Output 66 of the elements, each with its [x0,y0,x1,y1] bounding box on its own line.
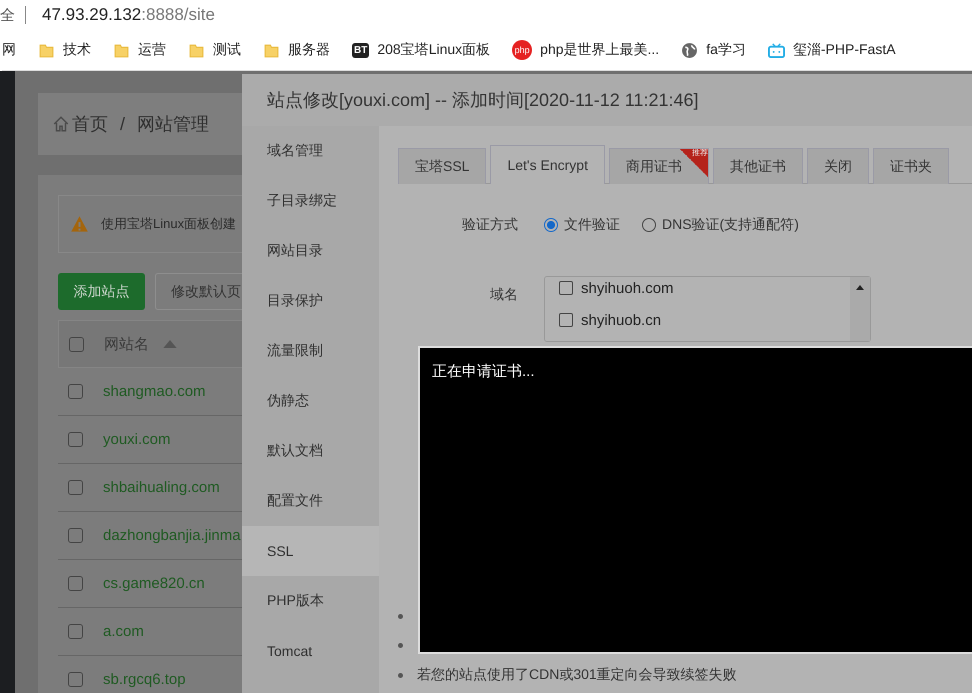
sidebar-item[interactable]: Tomcat [242,626,379,676]
sidebar-item[interactable]: 域名管理 [242,126,379,176]
bookmark-item[interactable]: php php是世界上最美... [512,40,660,60]
checkbox[interactable] [68,672,83,687]
home-icon [52,115,70,133]
bookmark-item[interactable]: fa学习 [681,41,746,59]
bookmark-item[interactable]: BT 208宝塔Linux面板 [352,41,490,59]
breadcrumb-link[interactable]: 网站管理 [137,112,210,136]
bookmark-item[interactable]: 运营 [113,41,166,59]
sort-icon[interactable] [163,340,177,348]
radio-option[interactable]: 文件验证 [544,216,620,234]
checkbox[interactable] [68,528,83,543]
breadcrumb-link[interactable]: 首页 [72,112,108,136]
bookmark-item[interactable]: 技术 [38,41,91,59]
scroll-up-icon[interactable] [856,285,864,290]
bullet-icon [398,614,403,619]
sidebar-item[interactable]: 网站目录 [242,226,379,276]
globe-icon [681,42,698,58]
sidebar-item[interactable]: PHP版本 [242,576,379,626]
field-label: 验证方式 [461,216,518,234]
sidebar-item[interactable]: 默认文档 [242,426,379,476]
checkbox[interactable] [559,281,573,295]
checkbox[interactable] [68,624,83,639]
sidebar-item[interactable]: SSL [242,526,379,576]
scrollbar[interactable] [850,277,870,341]
bullet-icon [398,672,403,678]
sidebar-item[interactable]: 流量限制 [242,326,379,376]
breadcrumb-separator: / [120,114,126,134]
folder-icon [38,42,55,58]
folder-icon [113,42,130,58]
add-site-button[interactable]: 添加站点 [58,273,145,310]
tab[interactable]: 证书夹 [872,148,949,184]
address-fragment: 全 [0,6,15,24]
tv-icon [768,42,785,58]
bt-logo-icon: BT [352,42,370,58]
terminal-text: 正在申请证书... [432,363,535,380]
php-logo-icon: php [512,40,532,60]
sidebar-item[interactable]: 伪静态 [242,376,379,426]
bookmark-item[interactable]: 服务器 [263,41,330,59]
tab[interactable]: Let's Encrypt [490,145,605,184]
folder-icon [188,42,205,58]
tab[interactable]: 宝塔SSL [398,148,486,184]
domain-option[interactable]: shyihuob.cn [545,304,870,336]
dialog-title: 站点修改[youxi.com] -- 添加时间[2020-11-12 11:21:46] [242,74,972,126]
field-label: 域名 [489,286,518,304]
bookmark-item[interactable]: 玺淄-PHP-FastA [768,41,896,59]
folder-icon [263,42,280,58]
checkbox[interactable] [68,576,83,591]
warning-icon [70,214,89,234]
sidebar-item[interactable]: 子目录绑定 [242,176,379,226]
checkbox[interactable] [68,480,83,495]
sidebar-item[interactable]: 配置文件 [242,476,379,526]
bookmark-item[interactable]: 网 [2,41,16,59]
bookmark-item[interactable]: 测试 [188,41,241,59]
checkbox[interactable] [559,313,573,327]
domain-option[interactable]: shyihuoh.com [545,272,870,304]
bullet-icon [398,643,403,648]
notice-text: 使用宝塔Linux面板创建 [101,215,236,233]
radio-option[interactable]: DNS验证(支持通配符) [642,216,799,234]
checkbox[interactable] [68,432,83,447]
url-field[interactable]: 47.93.29.132:8888/site [42,5,215,25]
checkbox[interactable] [69,336,84,352]
tab[interactable]: 关闭 [806,148,869,184]
checkbox[interactable] [68,384,83,399]
tab[interactable]: 其他证书 [712,148,803,184]
note-text: 若您的站点使用了CDN或301重定向会导致续签失败 [417,666,737,684]
